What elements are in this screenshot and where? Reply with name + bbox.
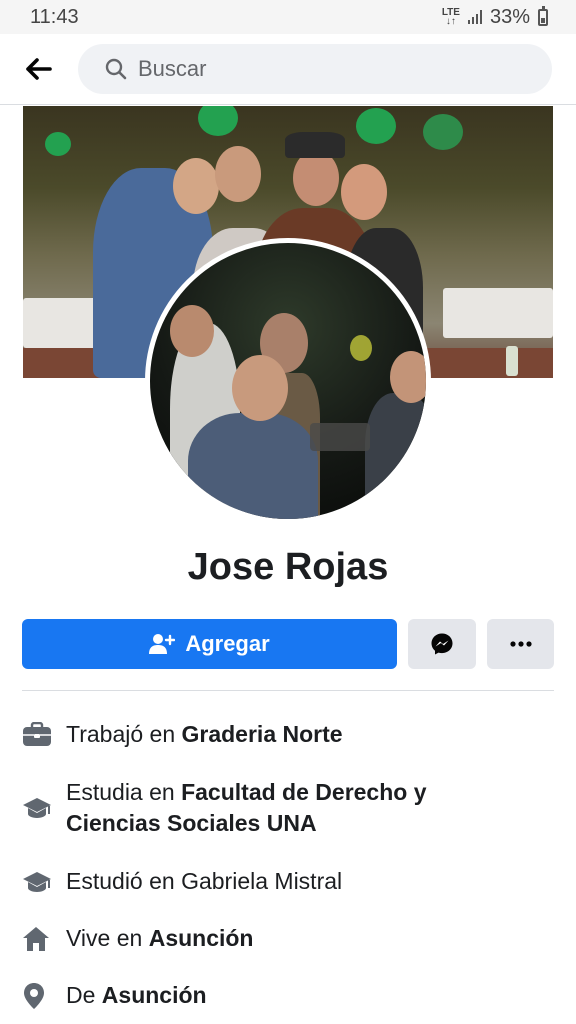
- more-button[interactable]: [487, 619, 554, 669]
- graduation-cap-icon: [23, 871, 51, 892]
- more-icon: [509, 641, 532, 647]
- add-friend-label: Agregar: [185, 631, 270, 656]
- detail-lives-in[interactable]: Vive en Asunción: [22, 923, 562, 954]
- section-divider: [22, 690, 554, 691]
- messenger-icon: [431, 633, 453, 655]
- workplace[interactable]: Graderia Norte: [182, 721, 343, 747]
- graduation-cap-icon: [23, 798, 51, 818]
- school-current[interactable]: Facultad de Derecho y: [181, 779, 426, 805]
- detail-work[interactable]: Trabajó en Graderia Norte: [22, 719, 562, 750]
- add-friend-icon: [149, 634, 176, 654]
- add-friend-button[interactable]: Agregar: [22, 619, 397, 669]
- current-city[interactable]: Asunción: [149, 925, 254, 951]
- detail-studies[interactable]: Estudia en Facultad de Derecho y Ciencias…: [22, 777, 562, 839]
- messenger-button[interactable]: [408, 619, 476, 669]
- network-icon: LTE ↓↑: [441, 7, 460, 27]
- search-icon: [105, 58, 127, 80]
- signal-icon: [467, 10, 482, 24]
- status-bar: 11:43 LTE ↓↑ 33%: [0, 0, 576, 34]
- profile-picture[interactable]: [145, 238, 431, 524]
- back-button[interactable]: [0, 34, 78, 105]
- top-bar: Buscar: [0, 34, 576, 105]
- location-pin-icon: [24, 982, 44, 1009]
- briefcase-icon: [23, 721, 51, 746]
- school-current-line2[interactable]: Ciencias Sociales UNA: [66, 810, 317, 836]
- status-time: 11:43: [30, 5, 79, 28]
- battery-percent: 33%: [489, 5, 530, 28]
- status-indicators: LTE ↓↑ 33%: [441, 5, 548, 29]
- home-icon: [23, 926, 49, 951]
- detail-studied[interactable]: Estudió en Gabriela Mistral: [22, 866, 562, 897]
- back-arrow-icon: [26, 58, 52, 80]
- search-input[interactable]: Buscar: [78, 44, 552, 94]
- detail-from[interactable]: De Asunción: [22, 980, 562, 1011]
- hometown[interactable]: Asunción: [102, 982, 207, 1008]
- profile-name: Jose Rojas: [187, 546, 389, 588]
- search-placeholder: Buscar: [138, 56, 207, 81]
- battery-icon: [538, 5, 548, 26]
